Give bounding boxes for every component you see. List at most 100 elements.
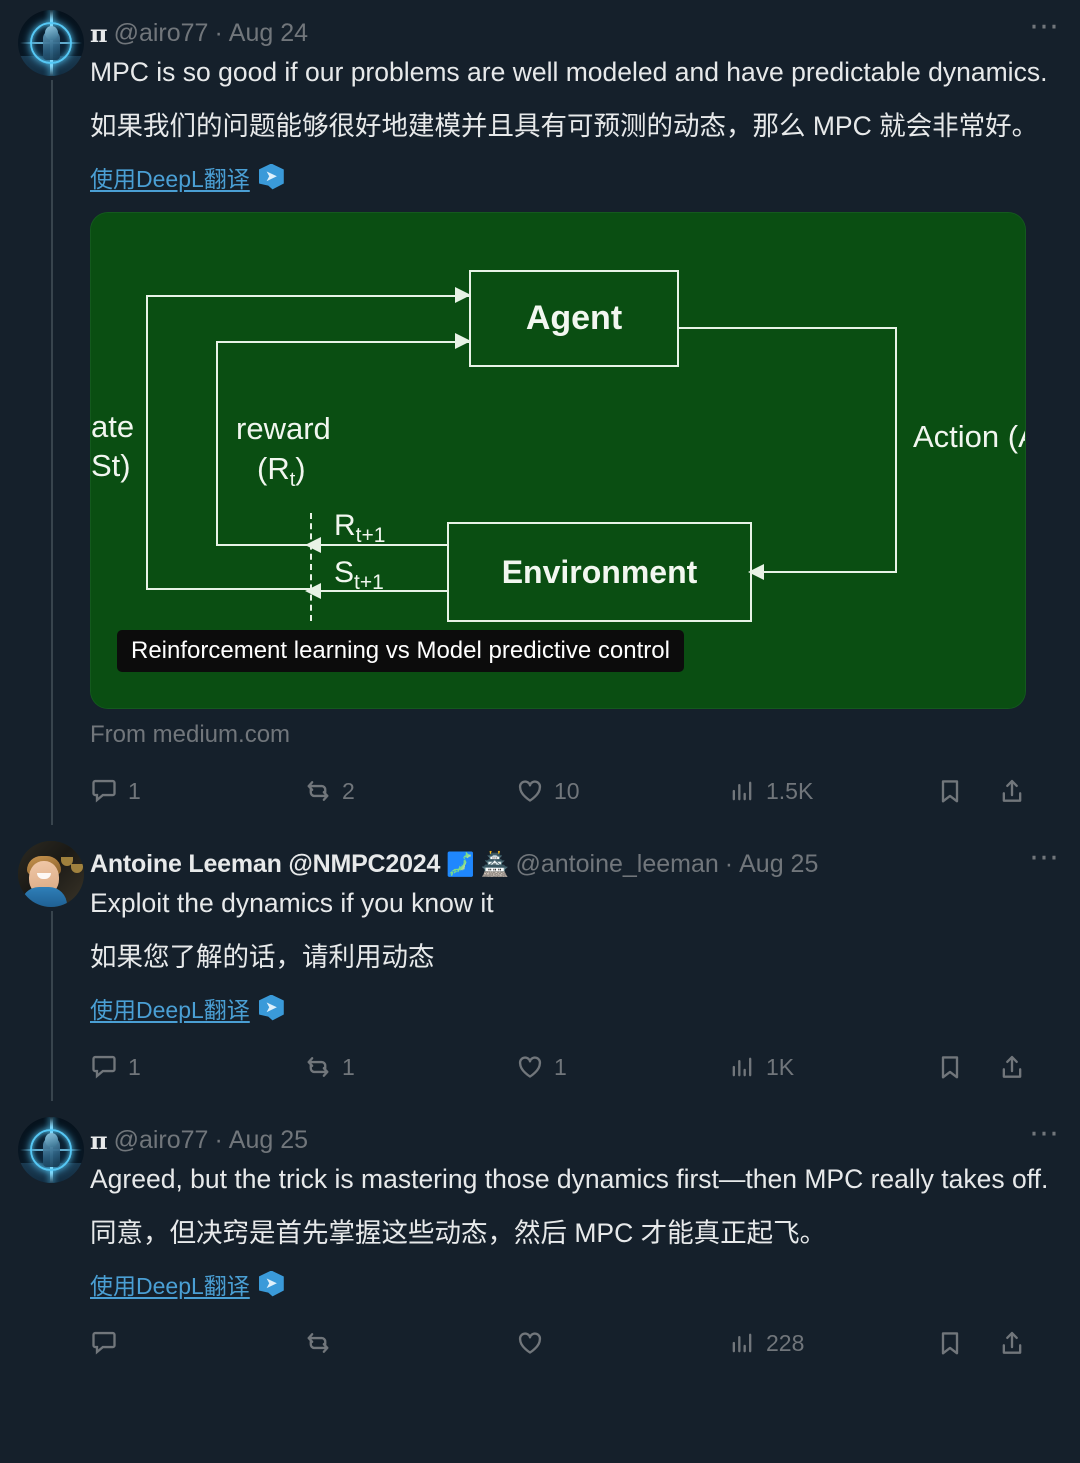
like-button[interactable]: 1 — [516, 1053, 728, 1081]
japanese-castle-emoji-icon: 🏯 — [480, 850, 510, 877]
tweet-1-text-cn: 如果我们的问题能够很好地建模并且具有可预测的动态，那么 MPC 就会非常好。 — [90, 111, 1039, 141]
tweet-1-deepl-row[interactable]: 使用DeepL翻译 ➤ — [90, 160, 1066, 194]
views-button[interactable]: 228 — [728, 1329, 924, 1357]
tweet-2-body: Antoine Leeman @NMPC2024 🗾 🏯 @antoine_le… — [90, 831, 1066, 1093]
retweet-button[interactable]: 2 — [304, 777, 516, 805]
tweet-2-gutter — [18, 831, 90, 1101]
share-icon[interactable] — [998, 1329, 1026, 1357]
more-options-icon[interactable]: ⋯ — [1025, 1119, 1066, 1153]
analytics-icon — [732, 1333, 752, 1353]
tweet-2-date[interactable]: Aug 25 — [739, 850, 818, 879]
tweet-3-header: π @airo77 · Aug 25 ⋯ — [90, 1119, 1066, 1157]
tweet-3[interactable]: π @airo77 · Aug 25 ⋯ Agreed, but the tri… — [0, 1107, 1080, 1369]
tweet-3-text-cn: 同意，但决窍是首先掌握这些动态，然后 MPC 才能真正起飞。 — [90, 1218, 827, 1248]
diagram-label-state-sub: St) — [91, 448, 131, 483]
retweet-button[interactable] — [304, 1329, 516, 1357]
tweet-2-separator: · — [724, 849, 734, 878]
tweet-3-separator: · — [214, 1125, 223, 1154]
tweet-1-date[interactable]: Aug 24 — [229, 19, 308, 48]
reply-icon — [92, 1055, 116, 1079]
diagram-caption: Reinforcement learning vs Model predicti… — [117, 630, 684, 672]
diagram-arrow-reward-head — [455, 333, 471, 349]
japan-map-emoji-icon: 🗾 — [446, 850, 475, 877]
like-count: 1 — [554, 1053, 567, 1080]
views-button[interactable]: 1.5K — [728, 777, 924, 805]
tweet-2-display-name[interactable]: Antoine Leeman @NMPC2024 — [90, 850, 440, 879]
tweet-2[interactable]: Antoine Leeman @NMPC2024 🗾 🏯 @antoine_le… — [0, 831, 1080, 1101]
tweet-3-handle[interactable]: @airo77 — [114, 1126, 209, 1155]
tweet-3-text-en: Agreed, but the trick is mastering those… — [90, 1164, 1049, 1194]
pi-glyph-icon: π — [90, 1125, 108, 1155]
diagram-line-state-top — [146, 295, 471, 297]
deepl-translate-link[interactable]: 使用DeepL翻译 — [90, 1267, 250, 1301]
tweet-1-header: π @airo77 · Aug 24 ⋯ — [90, 12, 1066, 50]
tweet-3-actions: 228 — [90, 1317, 1026, 1369]
diagram-arrow-action-head — [748, 564, 764, 580]
tweet-3-deepl-row[interactable]: 使用DeepL翻译 ➤ — [90, 1267, 1066, 1301]
diagram-line-action-top — [679, 327, 897, 329]
diagram-line-reward-bottom — [216, 544, 311, 546]
avatar-antoine-leeman[interactable] — [18, 841, 84, 907]
tweet-1-body: π @airo77 · Aug 24 ⋯ MPC is so good if o… — [90, 0, 1066, 817]
reply-icon — [92, 779, 116, 803]
rl-diagram: Agent Environment ate St) reward (Rt) Rt… — [91, 213, 1025, 708]
tweet-2-text-en: Exploit the dynamics if you know it — [90, 888, 494, 918]
avatar-head — [44, 25, 58, 40]
diagram-line-state-left — [146, 295, 148, 590]
heart-icon — [518, 1056, 542, 1078]
retweet-count: 2 — [342, 777, 355, 804]
heart-icon — [518, 780, 542, 802]
bookmark-icon[interactable] — [936, 1053, 964, 1081]
deepl-icon: ➤ — [258, 994, 284, 1021]
retweet-button[interactable]: 1 — [304, 1053, 516, 1081]
tweet-1-tail-actions — [936, 777, 1026, 805]
thread-connector-line — [51, 80, 53, 825]
views-count: 228 — [766, 1329, 805, 1356]
tweet-2-handle[interactable]: @antoine_leeman — [516, 850, 719, 879]
deepl-translate-link[interactable]: 使用DeepL翻译 — [90, 991, 250, 1025]
diagram-environment-box: Environment — [447, 522, 752, 622]
tweet-2-deepl-row[interactable]: 使用DeepL翻译 ➤ — [90, 991, 1066, 1025]
tweet-1-gutter — [18, 0, 90, 825]
more-options-icon[interactable]: ⋯ — [1025, 12, 1066, 46]
reply-count: 1 — [128, 777, 141, 804]
tweet-thread-page: π @airo77 · Aug 24 ⋯ MPC is so good if o… — [0, 0, 1080, 1463]
views-count: 1.5K — [766, 777, 814, 804]
diagram-agent-box: Agent — [469, 270, 679, 367]
tweet-2-header: Antoine Leeman @NMPC2024 🗾 🏯 @antoine_le… — [90, 843, 1066, 881]
bookmark-icon[interactable] — [936, 777, 964, 805]
analytics-icon — [732, 1057, 752, 1077]
reply-button[interactable]: 1 — [90, 777, 304, 805]
avatar-head — [44, 1132, 58, 1147]
views-button[interactable]: 1K — [728, 1053, 924, 1081]
deepl-translate-link[interactable]: 使用DeepL翻译 — [90, 160, 250, 194]
media-source-label[interactable]: From medium.com — [90, 721, 1066, 749]
diagram-arrow-state-head — [455, 287, 471, 303]
share-icon[interactable] — [998, 777, 1026, 805]
tweet-1[interactable]: π @airo77 · Aug 24 ⋯ MPC is so good if o… — [0, 0, 1080, 825]
reply-count: 1 — [128, 1053, 141, 1080]
retweet-icon — [307, 781, 329, 801]
like-count: 10 — [554, 777, 580, 804]
avatar-airo77[interactable] — [18, 10, 84, 76]
tweet-1-media-card[interactable]: Agent Environment ate St) reward (Rt) Rt… — [90, 212, 1026, 709]
reply-button[interactable]: 1 — [90, 1053, 304, 1081]
share-icon[interactable] — [998, 1053, 1026, 1081]
diagram-line-reward-top — [216, 341, 471, 343]
tweet-1-handle[interactable]: @airo77 — [114, 19, 209, 48]
avatar-airo77[interactable] — [18, 1117, 84, 1183]
tweet-3-date[interactable]: Aug 25 — [229, 1126, 308, 1155]
like-button[interactable] — [516, 1329, 728, 1357]
more-options-icon[interactable]: ⋯ — [1025, 843, 1066, 877]
diagram-label-reward: reward — [236, 411, 331, 446]
like-button[interactable]: 10 — [516, 777, 728, 805]
diagram-label-rt1: Rt+1 — [334, 509, 386, 547]
reply-button[interactable] — [90, 1329, 304, 1357]
diagram-label-action: Action (A — [913, 419, 1025, 454]
diagram-line-action-right — [895, 327, 897, 573]
tweet-2-text-cn: 如果您了解的话，请利用动态 — [90, 942, 435, 972]
retweet-icon — [307, 1333, 329, 1353]
bookmark-icon[interactable] — [936, 1329, 964, 1357]
tweet-2-tail-actions — [936, 1053, 1026, 1081]
diagram-line-action-bottom — [763, 571, 897, 573]
